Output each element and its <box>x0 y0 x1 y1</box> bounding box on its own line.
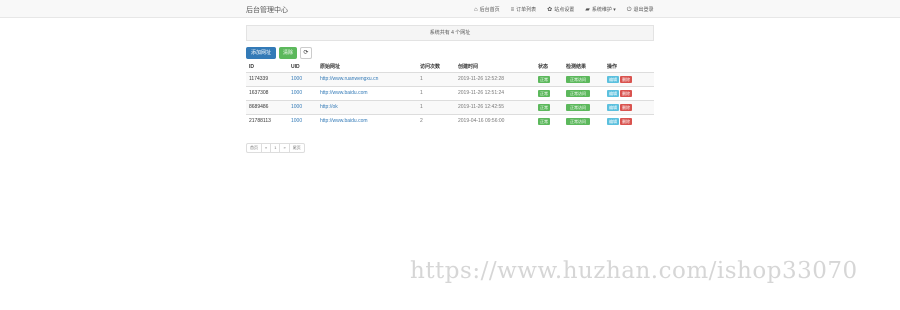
cell-status: 正常 <box>535 113 563 128</box>
home-icon: ⌂ <box>474 6 478 13</box>
cell-actions: 编辑 删除 <box>604 99 654 114</box>
cell-check: 正常访问 <box>563 113 604 128</box>
notice-panel: 系统共有 4 个网址 <box>246 25 654 41</box>
nav-item-orders[interactable]: ≡ 订单列表 <box>510 6 537 14</box>
cell-time: 2019-04-16 09:56:00 <box>455 113 535 128</box>
page-last[interactable]: 尾页 <box>288 143 305 153</box>
col-uid: UID <box>288 62 317 73</box>
add-url-button[interactable]: 添加网址 <box>246 47 276 59</box>
action-toolbar: 添加网址 清除 ⟳ <box>246 47 312 59</box>
edit-button[interactable]: 编辑 <box>607 117 619 125</box>
power-icon: ⏻ <box>626 6 632 13</box>
page-first[interactable]: 首页 <box>246 143 262 153</box>
brand-title[interactable]: 后台管理中心 <box>246 5 288 15</box>
cell-visits: 1 <box>417 85 455 100</box>
status-badge: 正常 <box>538 117 550 125</box>
nav-item-label: 后台首页 <box>479 7 500 13</box>
check-badge: 正常访问 <box>566 89 590 97</box>
folder-icon: ▰ <box>585 6 590 13</box>
cell-actions: 编辑 删除 <box>604 85 654 100</box>
table-row: 8689486 1000 http://ok 1 2019-11-26 12:4… <box>246 99 654 114</box>
cell-url[interactable]: http://www.baidu.com <box>317 113 417 128</box>
col-check: 检测结果 <box>563 62 604 73</box>
status-badge: 正常 <box>538 75 550 83</box>
clear-button[interactable]: 清除 <box>279 47 297 59</box>
cell-check: 正常访问 <box>563 85 604 100</box>
cell-id: 1637308 <box>246 85 288 100</box>
cell-id: 8689486 <box>246 99 288 114</box>
cell-check: 正常访问 <box>563 71 604 86</box>
pagination: 首页 « 1 » 尾页 <box>246 143 305 153</box>
cell-id: 1174339 <box>246 71 288 86</box>
cell-url[interactable]: http://www.baidu.com <box>317 85 417 100</box>
table-row: 21788113 1000 http://www.baidu.com 2 201… <box>246 113 654 128</box>
cell-uid[interactable]: 1000 <box>288 85 317 100</box>
delete-button[interactable]: 删除 <box>620 75 632 83</box>
edit-button[interactable]: 编辑 <box>607 103 619 111</box>
cell-url[interactable]: http://www.ruanwengxu.cn <box>317 71 417 86</box>
cell-time: 2019-11-26 12:51:24 <box>455 85 535 100</box>
cell-uid[interactable]: 1000 <box>288 113 317 128</box>
edit-button[interactable]: 编辑 <box>607 89 619 97</box>
delete-button[interactable]: 删除 <box>620 103 632 111</box>
cell-url[interactable]: http://ok <box>317 99 417 114</box>
cell-time: 2019-11-26 12:42:55 <box>455 99 535 114</box>
col-status: 状态 <box>535 62 563 73</box>
refresh-icon: ⟳ <box>303 50 309 56</box>
check-badge: 正常访问 <box>566 103 590 111</box>
watermark-text: https://www.huzhan.com/ishop33070 <box>410 258 858 284</box>
delete-button[interactable]: 删除 <box>620 89 632 97</box>
status-badge: 正常 <box>538 89 550 97</box>
nav-item-maintenance[interactable]: ▰ 系统维护 ▾ <box>585 6 616 14</box>
cell-actions: 编辑 删除 <box>604 71 654 86</box>
cell-status: 正常 <box>535 99 563 114</box>
col-actions: 操作 <box>604 62 654 73</box>
table-header-row: ID UID 原始网址 访问次数 创建时间 状态 检测结果 操作 <box>246 62 654 73</box>
cell-status: 正常 <box>535 71 563 86</box>
cell-time: 2019-11-26 12:52:28 <box>455 71 535 86</box>
nav-item-home[interactable]: ⌂ 后台首页 <box>474 6 500 14</box>
refresh-button[interactable]: ⟳ <box>300 47 312 59</box>
cell-uid[interactable]: 1000 <box>288 71 317 86</box>
edit-button[interactable]: 编辑 <box>607 75 619 83</box>
nav-item-label: 系统维护 ▾ <box>591 7 616 13</box>
nav-item-label: 站点设置 <box>554 7 575 13</box>
nav-menu: ⌂ 后台首页 ≡ 订单列表 ✿ 站点设置 ▰ 系统维护 ▾ ⏻ 退出登录 <box>474 6 654 14</box>
col-time: 创建时间 <box>455 62 535 73</box>
table-row: 1174339 1000 http://www.ruanwengxu.cn 1 … <box>246 71 654 86</box>
check-badge: 正常访问 <box>566 75 590 83</box>
table-row: 1637308 1000 http://www.baidu.com 1 2019… <box>246 85 654 100</box>
gear-icon: ✿ <box>547 6 553 13</box>
cell-visits: 1 <box>417 71 455 86</box>
col-url: 原始网址 <box>317 62 417 73</box>
nav-item-label: 订单列表 <box>516 7 537 13</box>
delete-button[interactable]: 删除 <box>620 117 632 125</box>
top-navbar: 后台管理中心 ⌂ 后台首页 ≡ 订单列表 ✿ 站点设置 ▰ 系统维护 ▾ ⏻ 退… <box>0 0 900 18</box>
url-table: ID UID 原始网址 访问次数 创建时间 状态 检测结果 操作 1174339… <box>246 62 654 128</box>
cell-visits: 1 <box>417 99 455 114</box>
cell-uid[interactable]: 1000 <box>288 99 317 114</box>
cell-visits: 2 <box>417 113 455 128</box>
check-badge: 正常访问 <box>566 117 590 125</box>
col-id: ID <box>246 62 288 73</box>
cell-status: 正常 <box>535 85 563 100</box>
cell-actions: 编辑 删除 <box>604 113 654 128</box>
status-badge: 正常 <box>538 103 550 111</box>
nav-item-settings[interactable]: ✿ 站点设置 <box>547 6 575 14</box>
nav-item-label: 退出登录 <box>633 7 654 13</box>
list-icon: ≡ <box>510 6 515 13</box>
nav-item-logout[interactable]: ⏻ 退出登录 <box>626 6 654 14</box>
cell-check: 正常访问 <box>563 99 604 114</box>
cell-id: 21788113 <box>246 113 288 128</box>
col-visits: 访问次数 <box>417 62 455 73</box>
